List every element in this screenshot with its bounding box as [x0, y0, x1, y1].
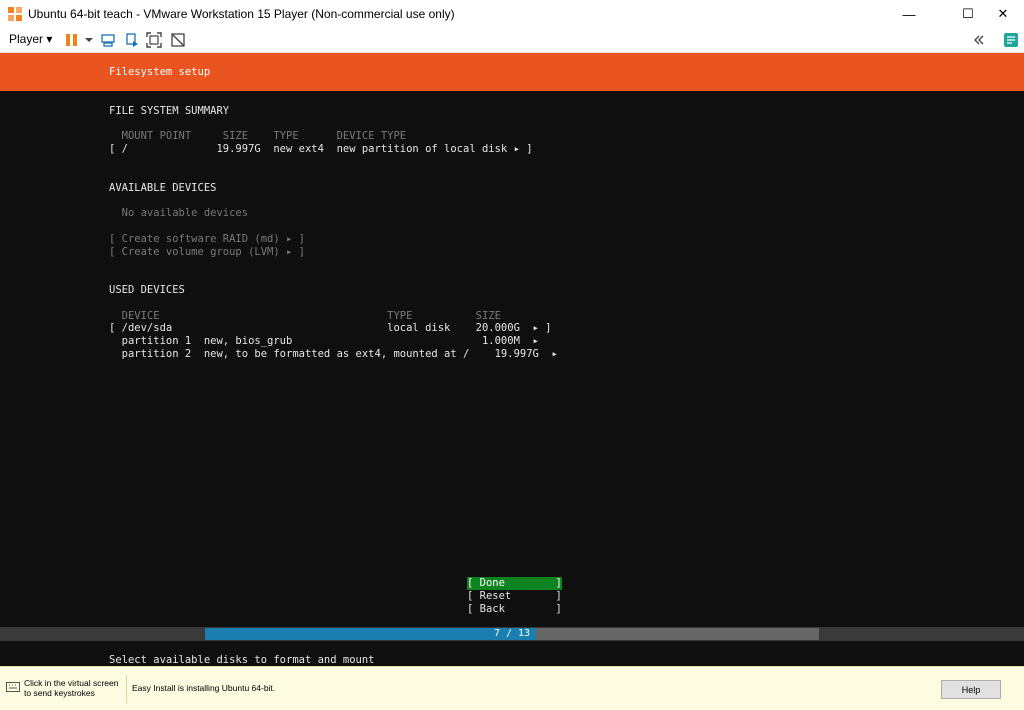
- installer-title: Filesystem setup: [109, 66, 211, 78]
- virtual-screen[interactable]: Filesystem setup FILE SYSTEM SUMMARY MOU…: [0, 53, 1024, 666]
- keyboard-icon: [6, 682, 20, 692]
- reset-button[interactable]: [ Reset ]: [467, 590, 562, 603]
- no-available-devices: No available devices: [109, 207, 249, 219]
- progress-label: 7 / 13: [493, 628, 531, 639]
- install-status-message: Easy Install is installing Ubuntu 64-bit…: [132, 683, 276, 693]
- used-devices-heading: USED DEVICES: [109, 284, 185, 296]
- unity-icon[interactable]: [169, 31, 187, 49]
- click-hint: Click in the virtual screen to send keys…: [24, 678, 118, 698]
- help-button[interactable]: Help: [941, 680, 1001, 699]
- create-lvm-button[interactable]: [ Create volume group (LVM) ▸ ]: [109, 246, 305, 259]
- send-keys-icon[interactable]: [99, 31, 117, 49]
- fs-summary-row[interactable]: [ / 19.997G new ext4 new partition of lo…: [109, 143, 533, 156]
- fs-summary-columns: MOUNT POINT SIZE TYPE DEVICE TYPE: [109, 130, 407, 142]
- fs-summary-heading: FILE SYSTEM SUMMARY: [109, 105, 230, 117]
- status-divider: [126, 675, 127, 703]
- vmware-player-icon: [8, 7, 22, 21]
- used-device-row[interactable]: partition 1 new, bios_grub 1.000M ▸: [109, 335, 539, 348]
- click-hint-line: to send keystrokes: [24, 688, 95, 698]
- click-hint-line: Click in the virtual screen: [24, 678, 119, 688]
- close-button[interactable]: ✕: [980, 0, 1024, 28]
- player-toolbar: Player ▾: [0, 28, 1024, 53]
- used-device-row[interactable]: [ /dev/sda local disk 20.000G ▸ ]: [109, 322, 552, 335]
- window-titlebar: Ubuntu 64-bit teach - VMware Workstation…: [0, 0, 1024, 28]
- removable-devices-icon[interactable]: [123, 31, 141, 49]
- back-button[interactable]: [ Back ]: [467, 603, 562, 616]
- status-bar: Click in the virtual screen to send keys…: [0, 666, 1024, 710]
- window-title: Ubuntu 64-bit teach - VMware Workstation…: [28, 7, 455, 21]
- create-raid-button[interactable]: [ Create software RAID (md) ▸ ]: [109, 233, 305, 246]
- available-devices-heading: AVAILABLE DEVICES: [109, 182, 217, 194]
- used-device-row[interactable]: partition 2 new, to be formatted as ext4…: [109, 348, 558, 361]
- fullscreen-icon[interactable]: [145, 31, 163, 49]
- chevron-down-icon[interactable]: [80, 31, 98, 49]
- footer-hint: Select available disks to format and mou…: [109, 654, 375, 666]
- pause-icon[interactable]: [63, 31, 81, 49]
- minimize-button[interactable]: —: [886, 0, 932, 28]
- player-menu-button[interactable]: Player ▾: [9, 32, 52, 46]
- collapse-icon[interactable]: [970, 31, 988, 49]
- progress-bar: 7 / 13: [205, 628, 819, 640]
- vm-library-icon[interactable]: [1002, 31, 1020, 49]
- done-button[interactable]: [ Done ]: [467, 577, 562, 590]
